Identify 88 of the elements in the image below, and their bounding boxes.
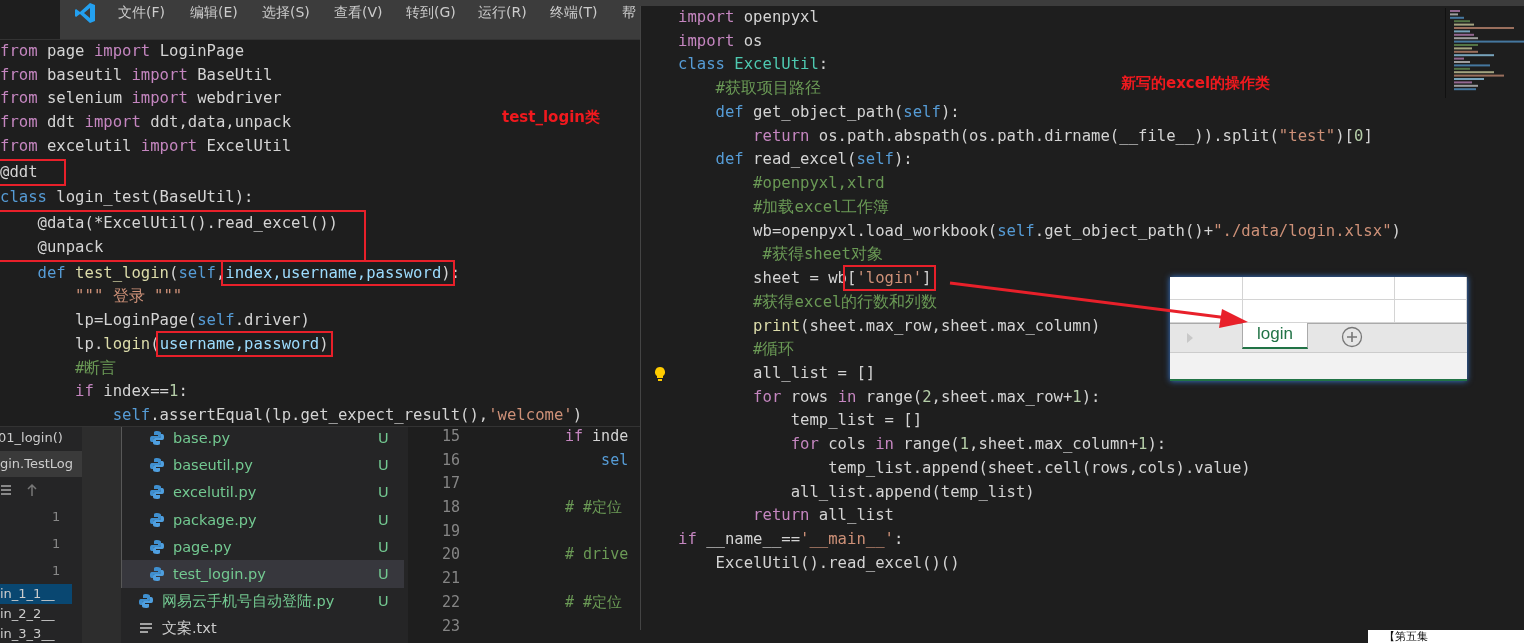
code-line: #获取项目路径 <box>714 78 821 100</box>
test-count: 1 <box>52 508 61 526</box>
file-item[interactable]: 网易云手机号自动登陆.py U <box>121 587 404 616</box>
code-line: # #定位 <box>565 497 623 519</box>
file-item[interactable]: 文案.txt <box>121 615 404 643</box>
code-line: class login_test(BaseUtil): <box>0 187 254 209</box>
code-line: #获得sheet对象 <box>761 244 883 266</box>
menu-item[interactable]: 终端(T) <box>550 4 622 22</box>
code-line: #openpyxl,xlrd <box>752 173 885 195</box>
code-line: #循环 <box>752 339 795 361</box>
annotation-label: 新写的excel的操作类 <box>1121 74 1271 93</box>
python-file-icon <box>150 538 164 555</box>
python-file-icon <box>150 429 164 446</box>
code-line: lp=LoginPage(self.driver) <box>74 310 310 332</box>
line-number: 22 <box>440 591 460 613</box>
code-line: #断言 <box>74 357 117 379</box>
code-line: import openpyxl <box>678 7 819 28</box>
line-number: 19 <box>440 520 460 542</box>
line-number: 23 <box>440 615 460 637</box>
collapse-icon <box>0 484 12 496</box>
code-line: def get_object_path(self): <box>714 101 960 123</box>
code-line: from ddt import ddt,data,unpack <box>0 112 292 134</box>
caption-text: 【第五集 <box>1368 630 1524 643</box>
code-line: if __name__=='__main__': <box>678 529 904 551</box>
line-number: 15 <box>440 426 460 447</box>
line-number: 20 <box>440 544 460 566</box>
code-line: if inde <box>565 426 629 447</box>
menu-item[interactable]: 编辑(E) <box>190 4 262 22</box>
code-line: class ExcelUtil: <box>678 54 829 76</box>
python-file-icon <box>150 484 164 501</box>
test-run-item[interactable]: in_3_3__ <box>0 624 72 643</box>
code-line: def read_excel(self): <box>714 149 913 171</box>
sheet-tab[interactable]: login <box>1242 323 1308 349</box>
code-line: temp_list.append(sheet.cell(rows,cols).value) <box>827 457 1251 479</box>
add-sheet-icon[interactable] <box>1340 326 1363 348</box>
code-line: temp_list = [] <box>789 410 923 432</box>
code-line: if index==1: <box>74 381 188 403</box>
python-file-icon <box>150 456 164 473</box>
file-item[interactable]: baseutil.py U <box>121 451 404 479</box>
code-line: import os <box>678 30 763 52</box>
code-line: return all_list <box>752 505 894 527</box>
code-line: # #定位 <box>565 591 623 613</box>
test-count: 1 <box>52 562 61 580</box>
code-line: all_list.append(temp_list) <box>789 481 1035 503</box>
test-run-item[interactable]: in_2_2__ <box>0 604 72 624</box>
code-line: #获得excel的行数和列数 <box>752 291 938 313</box>
menu-item[interactable]: 运行(R) <box>478 4 550 22</box>
code-line: from selenium import webdriver <box>0 88 282 110</box>
python-file-icon <box>150 511 164 528</box>
line-number: 16 <box>440 449 460 471</box>
test-run-item[interactable]: in_1_1__ <box>0 584 72 604</box>
code-line: from baseutil import BaseUtil <box>0 64 273 86</box>
code-line: """ 登录 """ <box>74 286 183 308</box>
python-file-icon <box>139 593 153 610</box>
code-line: for cols in range(1,sheet.max_column+1): <box>789 434 1167 456</box>
code-line: print(sheet.max_row,sheet.max_column) <box>752 315 1101 337</box>
menu-item[interactable]: 查看(V) <box>334 4 406 22</box>
code-line: sel <box>600 449 629 471</box>
menu-item[interactable]: 选择(S) <box>262 4 334 22</box>
code-line: for rows in range(2,sheet.max_row+1): <box>752 386 1101 408</box>
editor-logo-icon <box>74 2 96 24</box>
code-line: from excelutil import ExcelUtil <box>0 135 292 157</box>
code-line: @ddt <box>0 161 38 183</box>
test-item[interactable]: gin.TestLog <box>0 451 82 477</box>
line-number: 21 <box>440 568 460 590</box>
code-line: from page import LoginPage <box>0 41 245 62</box>
file-item[interactable]: package.py U <box>121 505 404 534</box>
python-file-icon <box>150 566 164 583</box>
code-line: all_list = [] <box>752 363 876 384</box>
menu-item[interactable]: 转到(G) <box>406 4 478 22</box>
code-line: wb=openpyxl.load_workbook(self.get_object_path()+"./data/login.xlsx") <box>752 220 1401 242</box>
file-item[interactable]: excelutil.py U <box>121 478 404 506</box>
file-item[interactable]: test_login.py U <box>121 560 404 588</box>
code-line: @unpack <box>36 236 104 258</box>
code-line: ExcelUtil().read_excel()() <box>714 552 960 574</box>
code-line: self.assertEqual(lp.get_expect_result(),'welcome') <box>111 405 583 426</box>
line-number: 17 <box>440 473 460 495</box>
code-line: # drive <box>565 544 629 566</box>
code-line: return os.path.abspath(os.path.dirname(__file__)).split("test")[0] <box>752 125 1373 147</box>
scroll-left-icon <box>1186 332 1194 344</box>
code-line: @data(*ExcelUtil().read_excel()) <box>36 213 338 235</box>
test-count: 1 <box>52 535 61 553</box>
line-number: 18 <box>440 497 460 519</box>
code-line: #加载excel工作簿 <box>752 196 890 218</box>
up-arrow-icon <box>26 483 38 497</box>
menu-item[interactable]: 帮 <box>622 4 636 22</box>
menu-item[interactable]: 文件(F) <box>118 4 190 22</box>
annotation-label: test_login类 <box>502 108 600 127</box>
